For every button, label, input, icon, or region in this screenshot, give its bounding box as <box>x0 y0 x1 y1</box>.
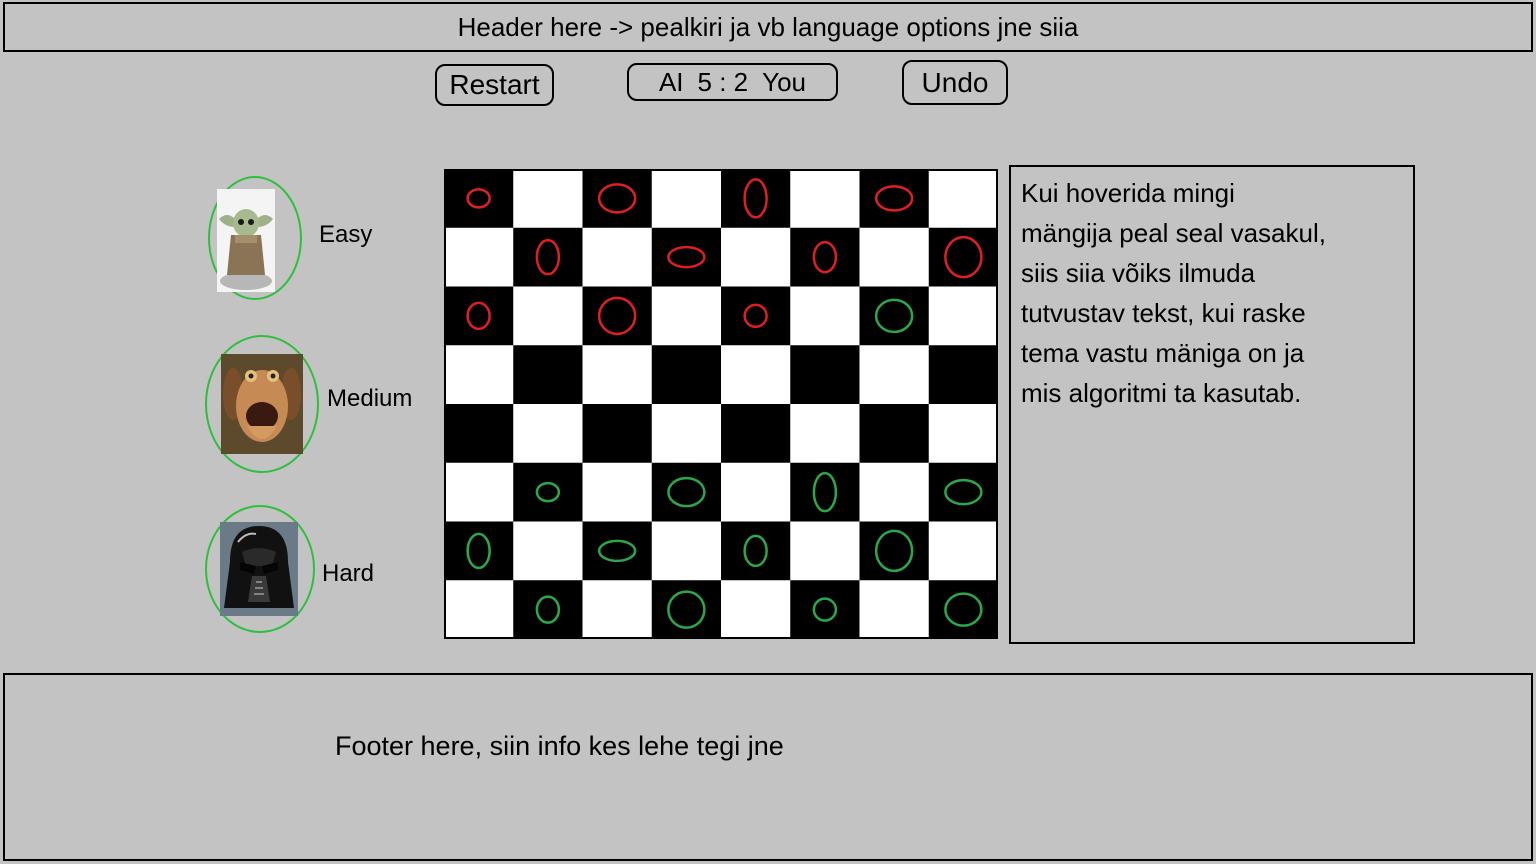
checkers-board[interactable] <box>444 169 998 639</box>
board-square[interactable] <box>790 345 860 405</box>
page-footer: Footer here, siin info kes lehe tegi jne <box>3 673 1533 861</box>
board-square[interactable] <box>444 462 514 522</box>
board-square[interactable] <box>444 580 514 639</box>
board-square[interactable] <box>790 404 860 464</box>
score-you-label: You <box>762 66 807 97</box>
board-square[interactable] <box>582 462 653 522</box>
board-square[interactable] <box>444 404 514 464</box>
board-square[interactable] <box>928 404 998 464</box>
player-label-medium: Medium <box>327 385 413 412</box>
baby-yoda-avatar <box>217 189 275 292</box>
board-square[interactable] <box>651 580 722 639</box>
player-medium[interactable]: Medium <box>200 333 425 475</box>
info-line: Kui hoverida mingi <box>1021 178 1235 208</box>
board-square[interactable] <box>513 521 583 581</box>
board-square[interactable] <box>651 169 722 229</box>
info-line: mis algoritmi ta kasutab. <box>1021 378 1302 408</box>
board-square[interactable] <box>859 580 930 639</box>
board-square[interactable] <box>721 169 791 229</box>
board-square[interactable] <box>790 169 860 229</box>
board-square[interactable] <box>444 169 514 229</box>
info-line: mängija peal seal vasakul, <box>1021 218 1326 248</box>
board-square[interactable] <box>444 286 514 346</box>
board-square[interactable] <box>928 462 998 522</box>
page-header: Header here -> pealkiri ja vb language o… <box>3 2 1533 52</box>
board-square[interactable] <box>651 227 722 287</box>
board-square[interactable] <box>513 462 583 522</box>
board-square[interactable] <box>928 286 998 346</box>
info-line: siis siia võiks ilmuda <box>1021 258 1256 288</box>
board-square[interactable] <box>444 345 514 405</box>
board-square[interactable] <box>928 345 998 405</box>
board-square[interactable] <box>651 521 722 581</box>
board-square[interactable] <box>721 404 791 464</box>
board-square[interactable] <box>582 580 653 639</box>
board-square[interactable] <box>651 462 722 522</box>
score-value: 5 : 2 <box>697 66 749 97</box>
board-square[interactable] <box>859 404 930 464</box>
player-easy[interactable]: Easy <box>200 172 400 302</box>
board-grid <box>444 169 998 639</box>
board-square[interactable] <box>582 169 653 229</box>
board-square[interactable] <box>859 286 930 346</box>
board-square[interactable] <box>790 462 860 522</box>
board-square[interactable] <box>444 521 514 581</box>
player-hard[interactable]: Hard <box>200 505 400 635</box>
board-square[interactable] <box>721 580 791 639</box>
board-square[interactable] <box>721 345 791 405</box>
board-square[interactable] <box>859 345 930 405</box>
restart-button[interactable]: Restart <box>435 64 554 106</box>
board-square[interactable] <box>582 286 653 346</box>
board-square[interactable] <box>859 462 930 522</box>
player-label-hard: Hard <box>322 560 375 587</box>
board-square[interactable] <box>513 345 583 405</box>
board-square[interactable] <box>513 580 583 639</box>
board-square[interactable] <box>721 227 791 287</box>
footer-text: Footer here, siin info kes lehe tegi jne <box>335 731 784 761</box>
board-square[interactable] <box>582 404 653 464</box>
difficulty-info-box: Kui hoverida mingi mängija peal seal vas… <box>1009 165 1415 644</box>
board-square[interactable] <box>513 227 583 287</box>
board-square[interactable] <box>651 404 722 464</box>
header-title: Header here -> pealkiri ja vb language o… <box>457 11 1079 42</box>
info-line: tutvustav tekst, kui raske <box>1021 298 1306 328</box>
board-square[interactable] <box>651 345 722 405</box>
board-square[interactable] <box>790 227 860 287</box>
board-square[interactable] <box>790 286 860 346</box>
board-square[interactable] <box>444 227 514 287</box>
board-square[interactable] <box>790 521 860 581</box>
board-square[interactable] <box>513 169 583 229</box>
player-label-easy: Easy <box>319 221 373 248</box>
board-square[interactable] <box>513 404 583 464</box>
board-square[interactable] <box>582 521 653 581</box>
scoreboard: AI 5 : 2 You <box>627 63 838 101</box>
undo-button[interactable]: Undo <box>902 60 1008 105</box>
board-square[interactable] <box>928 521 998 581</box>
board-square[interactable] <box>721 286 791 346</box>
board-square[interactable] <box>928 169 998 229</box>
info-line: tema vastu mäniga on ja <box>1021 338 1305 368</box>
board-square[interactable] <box>859 169 930 229</box>
board-square[interactable] <box>582 227 653 287</box>
darth-vader-avatar <box>220 522 298 616</box>
board-square[interactable] <box>790 580 860 639</box>
board-square[interactable] <box>928 580 998 639</box>
jar-jar-binks-avatar <box>221 354 303 454</box>
board-square[interactable] <box>582 345 653 405</box>
board-square[interactable] <box>859 227 930 287</box>
board-square[interactable] <box>721 462 791 522</box>
board-square[interactable] <box>651 286 722 346</box>
board-square[interactable] <box>721 521 791 581</box>
score-ai-label: AI <box>658 66 684 97</box>
board-square[interactable] <box>513 286 583 346</box>
